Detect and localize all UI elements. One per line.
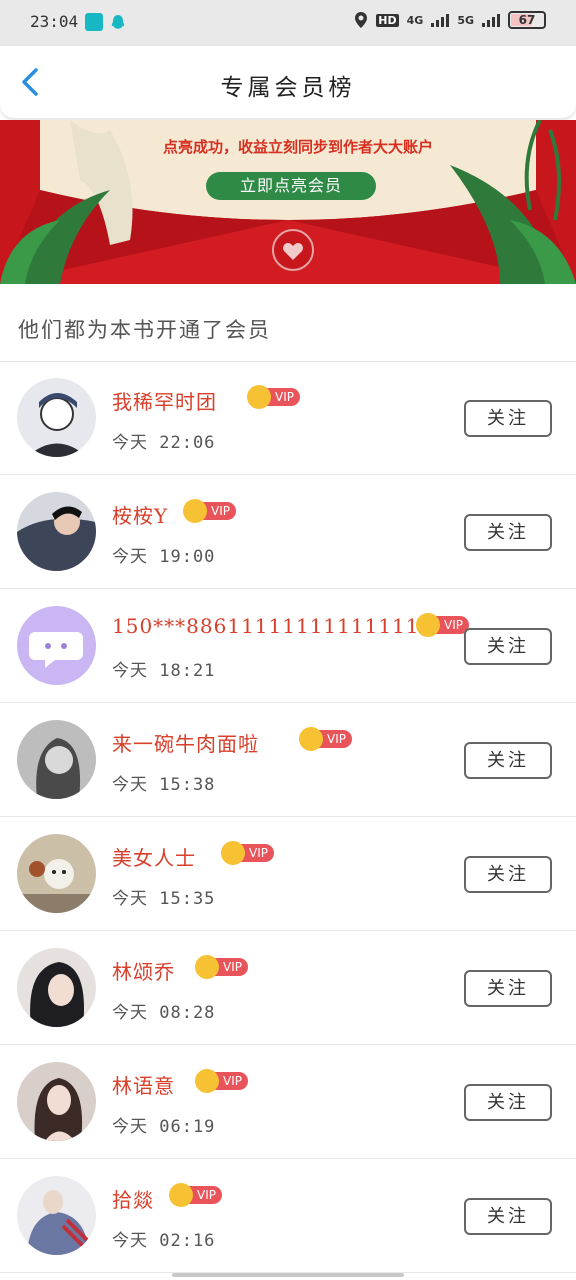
avatar[interactable]: [17, 492, 96, 571]
status-bar: 23:04 HD 4G 5G 67: [0, 0, 576, 46]
member-time: 今天 08:28: [112, 1003, 216, 1023]
vip-badge: VIP: [299, 727, 352, 751]
location-icon: [355, 12, 368, 28]
vip-badge: VIP: [416, 613, 469, 637]
light-up-member-button[interactable]: 立即点亮会员: [206, 172, 376, 200]
member-time: 今天 15:38: [112, 775, 216, 795]
member-name[interactable]: 桉桉Y: [112, 500, 168, 529]
avatar[interactable]: [17, 606, 96, 685]
member-name[interactable]: 拾燚: [112, 1184, 154, 1213]
follow-button[interactable]: 关注: [464, 1084, 552, 1121]
list-item[interactable]: 林语意 VIP 今天 06:19 关注: [0, 1046, 576, 1159]
member-name[interactable]: 来一碗牛肉面啦: [112, 728, 259, 757]
follow-button[interactable]: 关注: [464, 514, 552, 551]
crown-icon: [416, 613, 440, 637]
title-bar: 专属会员榜: [0, 46, 576, 118]
status-indicators: HD 4G 5G 67: [354, 11, 546, 29]
list-item[interactable]: 林颂乔 VIP 今天 08:28 关注: [0, 932, 576, 1045]
vip-badge: VIP: [195, 955, 248, 979]
status-time: 23:04: [30, 12, 79, 31]
battery-icon: 67: [508, 11, 546, 29]
follow-button[interactable]: 关注: [464, 742, 552, 779]
crown-icon: [247, 385, 271, 409]
crown-icon: [299, 727, 323, 751]
banner-text: 点亮成功，收益立刻同步到作者大大账户: [162, 138, 433, 156]
follow-button[interactable]: 关注: [464, 1198, 552, 1235]
member-name[interactable]: 我稀罕时团: [112, 386, 217, 415]
network-4g: 4G: [406, 13, 424, 27]
member-time: 今天 19:00: [112, 547, 216, 567]
page-title: 专属会员榜: [220, 75, 356, 101]
member-time: 今天 15:35: [112, 889, 216, 909]
member-time: 今天 22:06: [112, 433, 216, 453]
follow-button[interactable]: 关注: [464, 856, 552, 893]
network-5g: 5G: [457, 13, 474, 27]
vip-badge: VIP: [247, 385, 300, 409]
avatar[interactable]: [17, 1176, 96, 1255]
avatar[interactable]: [17, 948, 96, 1027]
vip-badge: VIP: [183, 499, 236, 523]
crown-icon: [195, 955, 219, 979]
member-time: 今天 18:21: [112, 661, 216, 681]
crown-icon: [195, 1069, 219, 1093]
list-item[interactable]: 拾燚 VIP 今天 02:16 关注: [0, 1160, 576, 1273]
section-title: 他们都为本书开通了会员: [18, 318, 271, 342]
signal-icon: [431, 13, 450, 27]
signal-icon: [482, 13, 500, 27]
member-time: 今天 02:16: [112, 1231, 216, 1251]
member-name[interactable]: 美女人士: [112, 842, 196, 871]
list-item[interactable]: 桉桉Y VIP 今天 19:00 关注: [0, 476, 576, 589]
hd-label: HD: [376, 13, 399, 27]
follow-button[interactable]: 关注: [464, 970, 552, 1007]
follow-button[interactable]: 关注: [464, 400, 552, 437]
crown-icon: [221, 841, 245, 865]
list-item[interactable]: 150***886111111111111111 VIP 今天 18:21 关注: [0, 590, 576, 703]
promo-banner[interactable]: 点亮成功，收益立刻同步到作者大大账户 立即点亮会员: [0, 120, 576, 284]
avatar[interactable]: [17, 378, 96, 457]
home-app-icon: [85, 13, 103, 31]
member-name[interactable]: 150***886111111111111111: [112, 614, 433, 638]
member-name[interactable]: 林语意: [112, 1070, 175, 1099]
crown-icon: [169, 1183, 193, 1207]
follow-button[interactable]: 关注: [464, 628, 552, 665]
list-item[interactable]: 美女人士 VIP 今天 15:35 关注: [0, 818, 576, 931]
member-name[interactable]: 林颂乔: [112, 956, 175, 985]
vip-badge: VIP: [195, 1069, 248, 1093]
qq-app-icon: [109, 13, 127, 31]
crown-icon: [183, 499, 207, 523]
list-item[interactable]: 来一碗牛肉面啦 VIP 今天 15:38 关注: [0, 704, 576, 817]
vip-badge: VIP: [169, 1183, 222, 1207]
avatar[interactable]: [17, 1062, 96, 1141]
member-time: 今天 06:19: [112, 1117, 216, 1137]
avatar[interactable]: [17, 720, 96, 799]
avatar[interactable]: [17, 834, 96, 913]
list-item[interactable]: 我稀罕时团 VIP 今天 22:06 关注: [0, 362, 576, 475]
home-indicator[interactable]: [172, 1273, 404, 1277]
vip-badge: VIP: [221, 841, 274, 865]
battery-level: 67: [518, 13, 536, 27]
